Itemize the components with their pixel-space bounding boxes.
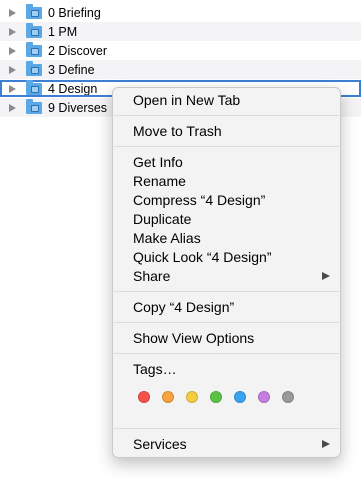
folder-icon (26, 3, 42, 19)
folder-row-briefing[interactable]: 0 Briefing (0, 3, 361, 22)
folder-row-discover[interactable]: 2 Discover (0, 41, 361, 60)
submenu-arrow-icon (322, 272, 330, 280)
menu-item-share-label: Share (133, 268, 171, 284)
submenu-arrow-icon (322, 440, 330, 448)
menu-item-services-label: Services (133, 436, 187, 452)
menu-item-compress[interactable]: Compress “4 Design” (113, 191, 340, 210)
context-menu: Open in New Tab Move to Trash Get Info R… (112, 87, 341, 458)
folder-icon (26, 22, 42, 38)
menu-separator (114, 428, 339, 429)
menu-item-quick-look[interactable]: Quick Look “4 Design” (113, 248, 340, 267)
menu-separator (114, 322, 339, 323)
folder-icon (26, 98, 42, 114)
tag-gray-icon[interactable] (282, 391, 294, 403)
tag-color-row (138, 391, 306, 403)
menu-separator (114, 115, 339, 116)
menu-item-open-new-tab[interactable]: Open in New Tab (113, 91, 340, 110)
menu-separator (114, 146, 339, 147)
disclosure-triangle-icon[interactable] (9, 103, 16, 112)
tag-orange-icon[interactable] (162, 391, 174, 403)
tag-purple-icon[interactable] (258, 391, 270, 403)
folder-icon (26, 60, 42, 76)
folder-name: 0 Briefing (48, 5, 101, 20)
menu-item-tags[interactable]: Tags… (113, 360, 340, 379)
tag-blue-icon[interactable] (234, 391, 246, 403)
folder-name: 3 Define (48, 62, 95, 77)
tag-green-icon[interactable] (210, 391, 222, 403)
disclosure-triangle-icon[interactable] (9, 46, 16, 55)
folder-icon (26, 79, 42, 95)
folder-name: 9 Diverses (48, 100, 108, 115)
folder-name: 2 Discover (48, 43, 108, 58)
menu-item-share[interactable]: Share (113, 267, 340, 286)
menu-item-show-view-options[interactable]: Show View Options (113, 329, 340, 348)
tag-red-icon[interactable] (138, 391, 150, 403)
menu-separator (114, 353, 339, 354)
folder-name: 1 PM (48, 24, 78, 39)
menu-item-rename[interactable]: Rename (113, 172, 340, 191)
disclosure-triangle-icon[interactable] (9, 65, 16, 74)
menu-item-move-to-trash[interactable]: Move to Trash (113, 122, 340, 141)
tag-yellow-icon[interactable] (186, 391, 198, 403)
disclosure-triangle-icon[interactable] (9, 84, 16, 93)
menu-item-duplicate[interactable]: Duplicate (113, 210, 340, 229)
folder-row-define[interactable]: 3 Define (0, 60, 361, 79)
disclosure-triangle-icon[interactable] (9, 8, 16, 17)
menu-item-get-info[interactable]: Get Info (113, 153, 340, 172)
folder-icon (26, 41, 42, 57)
menu-separator (114, 291, 339, 292)
menu-item-copy[interactable]: Copy “4 Design” (113, 298, 340, 317)
menu-item-services[interactable]: Services (113, 435, 340, 454)
folder-row-pm[interactable]: 1 PM (0, 22, 361, 41)
disclosure-triangle-icon[interactable] (9, 27, 16, 36)
folder-name: 4 Design (48, 81, 98, 96)
menu-item-make-alias[interactable]: Make Alias (113, 229, 340, 248)
